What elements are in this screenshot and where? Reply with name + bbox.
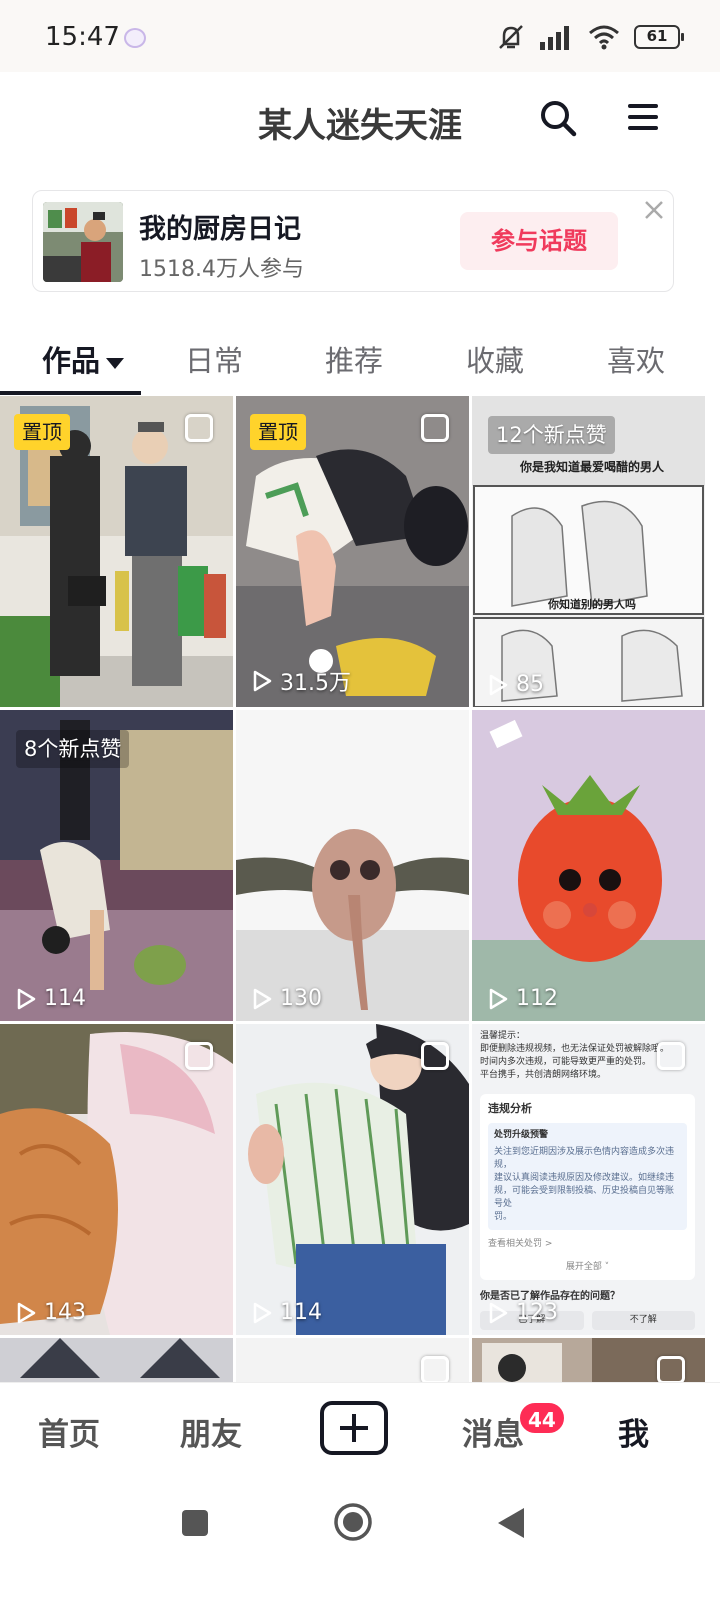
video-thumbnail[interactable] (236, 1338, 469, 1382)
page-title: 某人迷失天涯 (258, 106, 462, 146)
close-icon[interactable] (643, 199, 665, 221)
play-icon (253, 670, 272, 692)
play-icon (253, 1302, 272, 1323)
select-checkbox[interactable] (421, 1356, 449, 1382)
select-checkbox[interactable] (421, 414, 449, 442)
video-thumbnail[interactable]: 112 (472, 710, 705, 1021)
video-thumbnail[interactable]: 置顶 31.5万 (236, 396, 469, 707)
video-thumbnail[interactable]: 置顶 (0, 396, 233, 707)
wifi-icon (589, 25, 619, 50)
notification-app-icon (124, 28, 146, 48)
play-icon (17, 1302, 36, 1323)
play-count: 123 (486, 1300, 558, 1325)
video-thumbnail[interactable]: 143 (0, 1024, 233, 1335)
play-count: 130 (250, 986, 322, 1011)
video-thumbnail[interactable] (472, 1338, 705, 1382)
video-thumbnail[interactable]: 你是我知道最爱喝醋的男人 你知道别的男人吗 12个新点赞 85 (472, 396, 705, 707)
video-thumbnail[interactable]: 8个新点赞 114 (0, 710, 233, 1021)
select-checkbox[interactable] (185, 1042, 213, 1070)
video-thumbnail[interactable]: 114 (236, 1024, 469, 1335)
thumbnail-art (0, 1024, 233, 1335)
video-thumbnail[interactable] (0, 1338, 233, 1382)
caret-down-icon (106, 357, 125, 369)
play-count: 143 (14, 1300, 86, 1325)
tab-recommended[interactable]: 推荐 (325, 338, 383, 380)
new-likes-badge: 12个新点赞 (488, 416, 615, 454)
topic-title: 我的厨房日记 (139, 214, 301, 245)
topic-thumbnail (43, 202, 123, 282)
nav-home[interactable]: 首页 (38, 1409, 100, 1454)
play-count: 114 (250, 1300, 322, 1325)
play-count: 85 (486, 672, 544, 697)
topic-participants: 1518.4万人参与 (139, 257, 304, 282)
thumbnail-art (0, 1338, 233, 1382)
video-thumbnail[interactable]: 130 (236, 710, 469, 1021)
play-icon (489, 988, 508, 1009)
nav-friends[interactable]: 朋友 (180, 1409, 242, 1454)
select-checkbox[interactable] (421, 1042, 449, 1070)
play-count: 31.5万 (250, 665, 351, 697)
tab-indicator (0, 391, 141, 395)
join-topic-button[interactable]: 参与话题 (460, 212, 618, 270)
nav-me[interactable]: 我 (618, 1409, 649, 1454)
nav-messages[interactable]: 消息 (462, 1409, 524, 1454)
status-icons: 61 (496, 22, 684, 52)
pinned-badge: 置顶 (14, 414, 70, 450)
play-icon (17, 988, 36, 1009)
select-checkbox[interactable] (657, 1042, 685, 1070)
search-icon[interactable] (538, 98, 578, 138)
home-circle-icon[interactable] (333, 1502, 373, 1542)
play-icon (489, 1302, 508, 1323)
topic-banner[interactable]: 我的厨房日记 1518.4万人参与 参与话题 (32, 190, 674, 292)
thumbnail-art (236, 1024, 469, 1335)
play-count: 114 (14, 986, 86, 1011)
thumbnail-art (472, 710, 705, 1021)
back-icon[interactable] (496, 1506, 526, 1540)
select-checkbox[interactable] (185, 414, 213, 442)
video-thumbnail[interactable]: 温馨提示： 即便删除违规视频，也无法保证处罚被解除哦。 时间内多次违规，可能导致… (472, 1024, 705, 1335)
signal-icon (540, 26, 569, 50)
plus-icon[interactable] (320, 1401, 388, 1455)
play-icon (253, 988, 272, 1009)
tab-favorites[interactable]: 收藏 (466, 338, 524, 380)
menu-icon[interactable] (626, 102, 660, 132)
select-checkbox[interactable] (657, 1356, 685, 1382)
status-time: 15:47 (45, 22, 120, 52)
profile-header: 某人迷失天涯 (0, 72, 720, 172)
mute-icon (499, 25, 523, 49)
video-grid: 置顶 置顶 31.5万 你是我知道最爱喝醋的男人 你知道别的男人吗 12个新点赞… (0, 396, 720, 1382)
messages-badge: 44 (518, 1401, 566, 1435)
tab-likes[interactable]: 喜欢 (607, 338, 665, 380)
system-nav-bar (0, 1482, 720, 1600)
recents-icon[interactable] (180, 1508, 210, 1538)
new-likes-badge: 8个新点赞 (16, 730, 130, 768)
tab-daily[interactable]: 日常 (185, 338, 243, 380)
tab-works[interactable]: 作品 (42, 338, 125, 380)
pinned-badge: 置顶 (250, 414, 306, 450)
status-bar: 15:47 61 (0, 0, 720, 72)
play-icon (489, 674, 508, 695)
thumbnail-art (236, 710, 469, 1021)
bottom-nav: 首页 朋友 消息 44 我 (0, 1382, 720, 1482)
profile-tabs: 作品 日常 推荐 收藏 喜欢 (0, 320, 720, 396)
comic-caption: 你是我知道最爱喝醋的男人 (520, 460, 665, 474)
comic-caption: 你知道别的男人吗 (548, 598, 636, 611)
play-count: 112 (486, 986, 558, 1011)
battery-icon: 61 (634, 25, 684, 49)
